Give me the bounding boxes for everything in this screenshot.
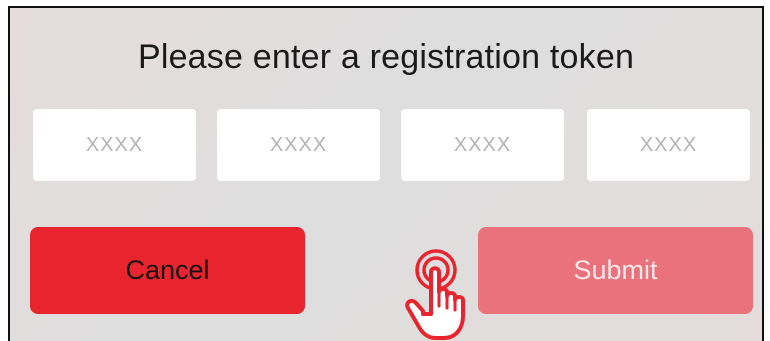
dialog-title: Please enter a registration token bbox=[137, 38, 635, 76]
submit-button[interactable]: Submit bbox=[478, 227, 753, 314]
token-field-2[interactable] bbox=[217, 109, 380, 181]
submit-button-label: Submit bbox=[573, 255, 658, 285]
token-field-1[interactable] bbox=[33, 109, 196, 181]
cancel-button[interactable]: Cancel bbox=[30, 227, 305, 314]
token-field-4[interactable] bbox=[587, 109, 750, 181]
token-field-3[interactable] bbox=[401, 109, 564, 181]
registration-token-dialog: Please enter a registration token Cancel… bbox=[8, 6, 764, 341]
tap-hand-icon bbox=[405, 249, 465, 340]
cancel-button-label: Cancel bbox=[125, 255, 210, 285]
